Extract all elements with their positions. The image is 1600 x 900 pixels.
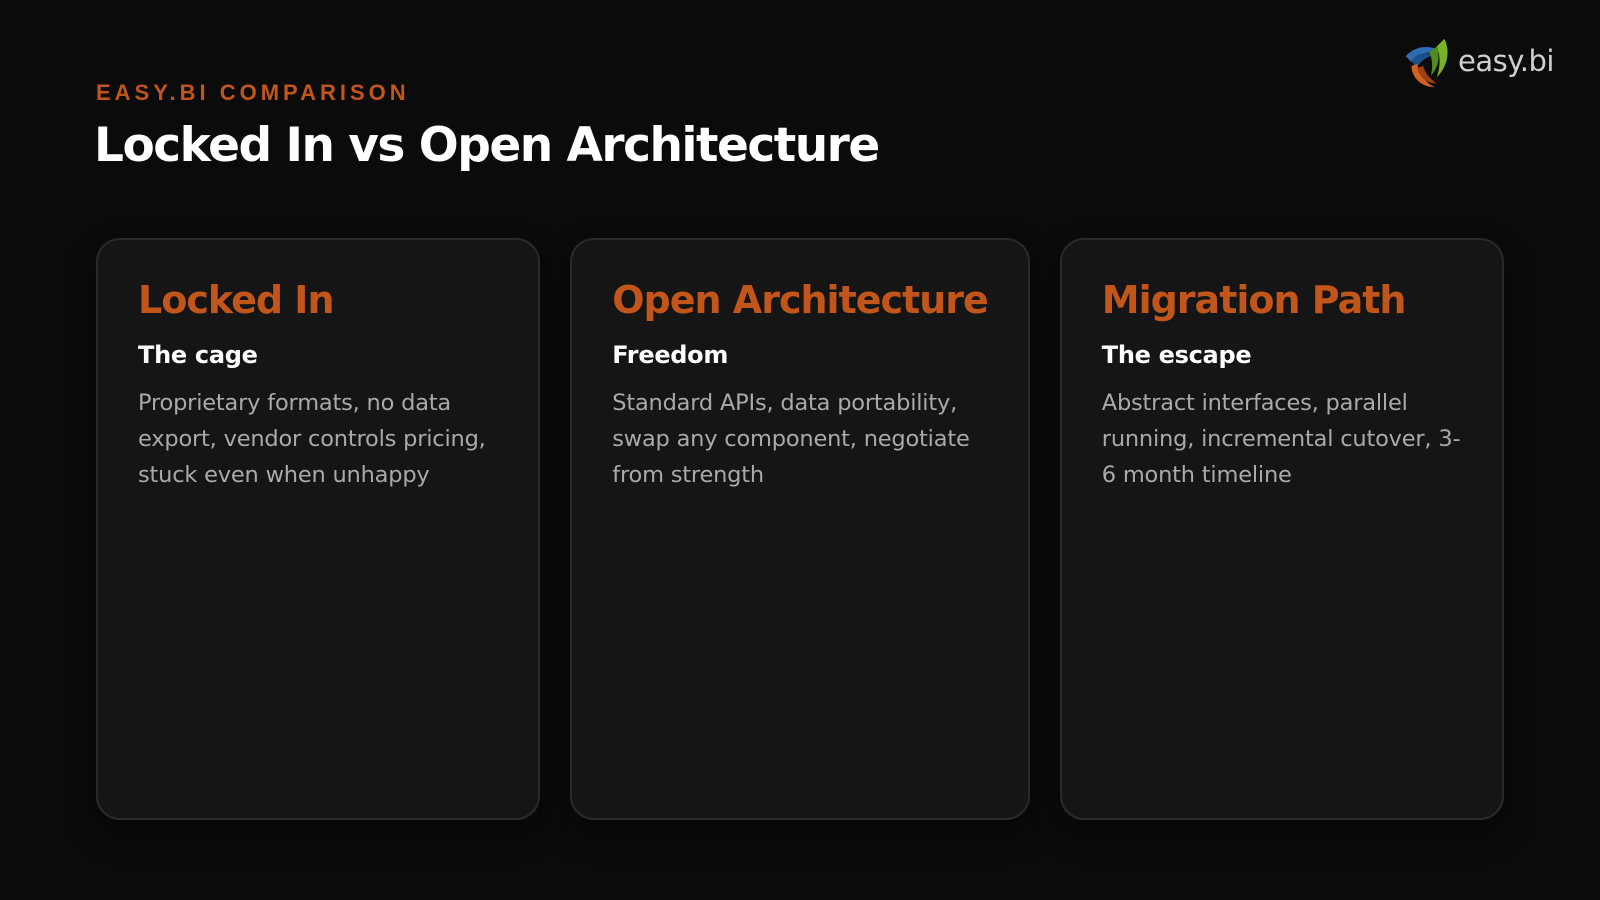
- comparison-cards: Locked In The cage Proprietary formats, …: [96, 238, 1505, 820]
- brand-logo: easy.bi: [1398, 34, 1554, 94]
- card-title: Open Architecture: [612, 278, 989, 322]
- brand-logo-text: easy.bi: [1458, 44, 1554, 78]
- card-body: Proprietary formats, no data export, ven…: [138, 389, 486, 488]
- page-title: Locked In vs Open Architecture: [94, 118, 880, 173]
- card-title: Migration Path: [1101, 278, 1407, 322]
- card-body: Abstract interfaces, parallel running, i…: [1101, 389, 1461, 488]
- card-body: Standard APIs, data portability, swap an…: [612, 389, 970, 488]
- card-subtitle: The cage: [138, 340, 258, 369]
- card-subtitle: The escape: [1101, 340, 1252, 369]
- card-title: Locked In: [138, 278, 335, 322]
- card-locked-in: Locked In The cage Proprietary formats, …: [96, 238, 541, 820]
- section-eyebrow: EASY.BI COMPARISON: [96, 80, 410, 105]
- card-subtitle: Freedom: [612, 340, 729, 369]
- easybi-logo-icon: [1405, 38, 1448, 88]
- card-open-architecture: Open Architecture Freedom Standard APIs,…: [570, 238, 1030, 820]
- card-migration-path: Migration Path The escape Abstract inter…: [1059, 238, 1505, 820]
